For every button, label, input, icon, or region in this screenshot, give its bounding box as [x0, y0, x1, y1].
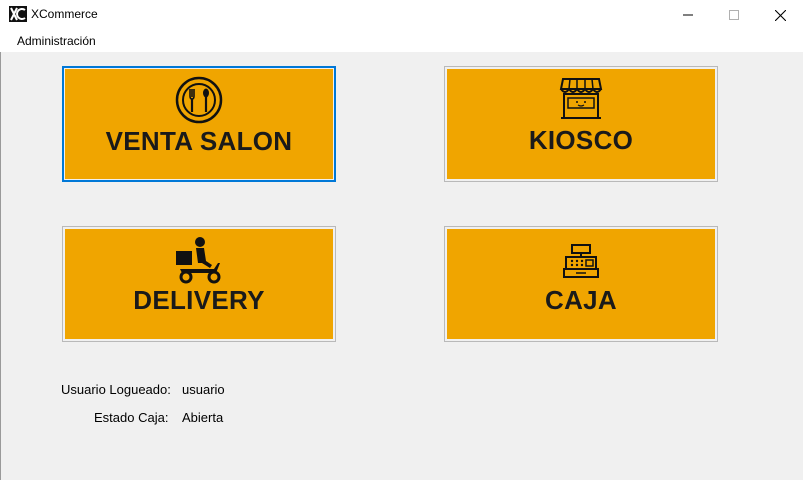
maximize-button[interactable] [711, 0, 757, 30]
xc-logo-icon [9, 6, 27, 22]
minimize-button[interactable] [665, 0, 711, 30]
close-button[interactable] [757, 0, 803, 30]
menu-administracion[interactable]: Administración [17, 34, 96, 48]
cutlery-plate-icon [175, 76, 223, 124]
title-bar: XCommerce [0, 0, 803, 30]
storefront-icon [559, 78, 603, 119]
cash-state-value: Abierta [182, 410, 224, 425]
kiosco-label: KIOSCO [528, 125, 634, 155]
cash-state-label: Estado Caja: [94, 410, 169, 425]
close-icon [774, 9, 786, 21]
menu-bar: Administración [0, 30, 803, 52]
maximize-icon [729, 10, 739, 20]
delivery-button[interactable]: DELIVERY [62, 226, 336, 342]
caja-label: CAJA [545, 285, 617, 315]
delivery-label: DELIVERY [133, 285, 265, 315]
caja-button[interactable]: CAJA [444, 226, 718, 342]
window-edge [0, 52, 1, 480]
delivery-scooter-icon [176, 237, 221, 284]
user-label: Usuario Logueado: [61, 382, 171, 397]
user-value: usuario [182, 382, 225, 397]
venta-salon-button[interactable]: VENTA SALON [62, 66, 336, 182]
cash-register-icon [563, 244, 599, 278]
window-title: XCommerce [31, 7, 98, 21]
venta-salon-label: VENTA SALON [105, 126, 293, 156]
kiosco-button[interactable]: KIOSCO [444, 66, 718, 182]
minimize-icon [683, 14, 693, 16]
